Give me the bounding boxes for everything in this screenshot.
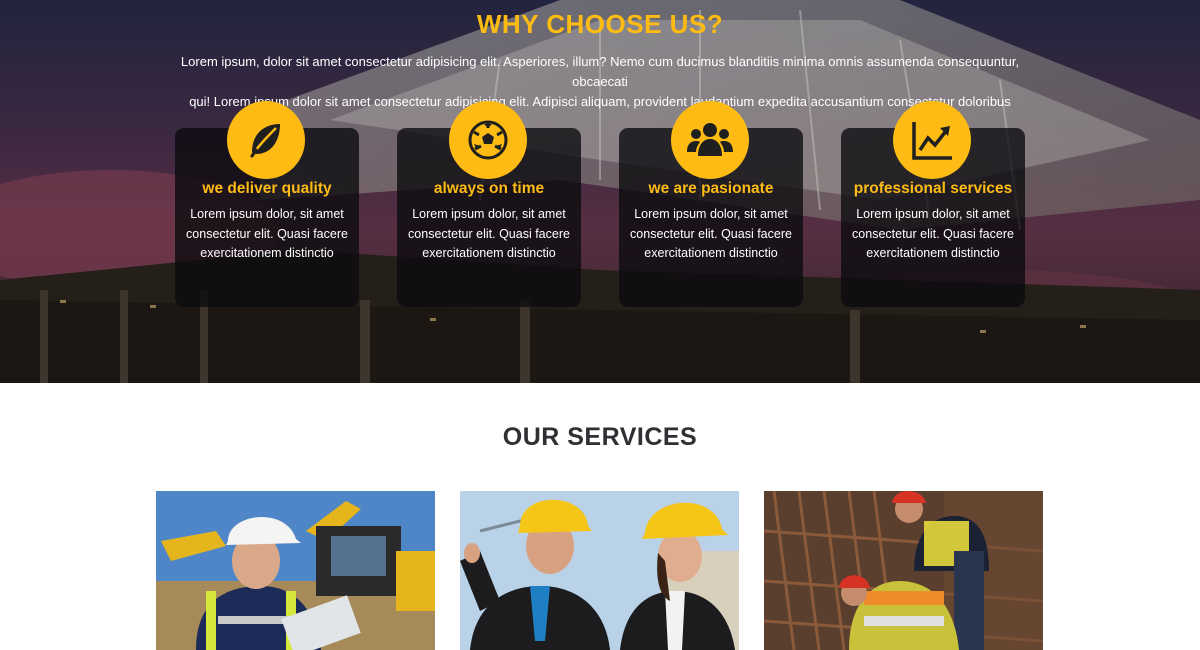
feature-text-quality: Lorem ipsum dolor, sit amet consectetur … — [186, 207, 348, 260]
service-image-engineer-excavator[interactable] — [156, 491, 435, 650]
why-choose-us-description: Lorem ipsum, dolor sit amet consectetur … — [155, 52, 1045, 112]
feature-title-quality: we deliver quality — [202, 180, 332, 197]
service-image-engineers-hardhats[interactable] — [460, 491, 739, 650]
soccer-ball-icon — [449, 101, 527, 179]
service-image-workers-rebar[interactable] — [764, 491, 1043, 650]
leaf-icon — [227, 101, 305, 179]
feature-text-on-time: Lorem ipsum dolor, sit amet consectetur … — [408, 207, 570, 260]
feature-text-passionate: Lorem ipsum dolor, sit amet consectetur … — [630, 207, 792, 260]
feature-title-passionate: we are pasionate — [648, 180, 774, 197]
why-description-line-1: Lorem ipsum, dolor sit amet consectetur … — [180, 54, 1020, 89]
feature-title-on-time: always on time — [433, 180, 545, 197]
why-description-line-2: qui! Lorem ipsum dolor sit amet consecte… — [189, 94, 1011, 109]
our-services-heading: OUR SERVICES — [502, 423, 698, 451]
feature-title-professional: professional services — [853, 180, 1013, 197]
why-choose-us-section: WHY CHOOSE US? Lorem ipsum, dolor sit am… — [0, 0, 1200, 383]
why-choose-us-heading: WHY CHOOSE US? — [476, 9, 724, 39]
users-icon — [671, 101, 749, 179]
chart-line-icon — [893, 101, 971, 179]
feature-text-professional: Lorem ipsum dolor, sit amet consectetur … — [852, 207, 1014, 260]
